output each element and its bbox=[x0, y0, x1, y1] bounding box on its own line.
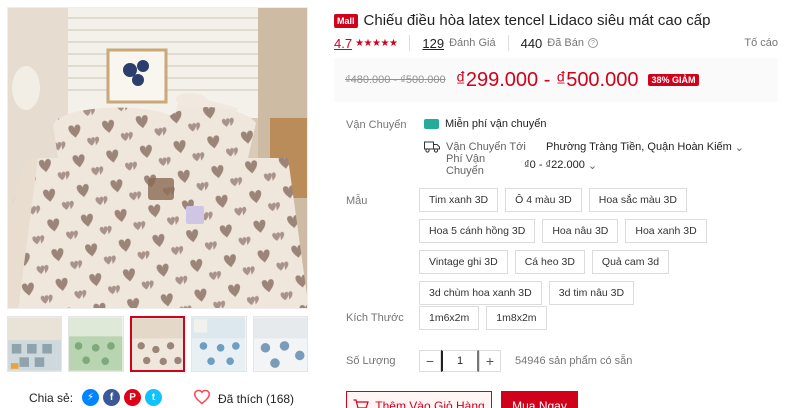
product-title-row: Mall Chiếu điều hòa latex tencel Lidaco … bbox=[334, 12, 710, 29]
stock-available: 54946 sản phẩm có sẵn bbox=[515, 355, 633, 367]
variant-option[interactable]: Hoa xanh 3D bbox=[625, 219, 707, 243]
quantity-input[interactable] bbox=[441, 350, 479, 372]
ship-fee-value[interactable]: ₫0 - ₫22.000 bbox=[524, 159, 585, 171]
sold-count: 440 bbox=[520, 35, 543, 51]
help-icon[interactable]: ? bbox=[588, 38, 598, 48]
pinterest-icon[interactable]: P bbox=[124, 389, 142, 406]
add-to-cart-label: Thêm Vào Giỏ Hàng bbox=[375, 399, 485, 408]
size-option[interactable]: 1m6x2m bbox=[419, 306, 480, 330]
reviews-label: Đánh Giá bbox=[449, 37, 496, 49]
mall-badge: Mall bbox=[334, 13, 358, 28]
variant-option[interactable]: 3d tim nâu 3D bbox=[548, 281, 635, 305]
variant-option[interactable]: Hoa 5 cánh hồng 3D bbox=[419, 219, 536, 243]
variant-option[interactable]: Cá heo 3D bbox=[514, 250, 585, 274]
size-option[interactable]: 1m8x2m bbox=[486, 306, 547, 330]
variant-option[interactable]: Hoa sắc màu 3D bbox=[588, 188, 687, 212]
variant-option[interactable]: Vintage ghi 3D bbox=[419, 250, 508, 274]
ship-to-value[interactable]: Phường Tràng Tiền, Quận Hoàn Kiếm bbox=[546, 141, 732, 153]
shipping-destination: Vận Chuyển Tới Phường Tràng Tiền, Quận H… bbox=[424, 138, 744, 177]
free-shipping-icon bbox=[424, 119, 439, 129]
share-label: Chia sẻ: bbox=[29, 390, 74, 405]
rating-stars-icon: ★★★★★ bbox=[355, 37, 398, 49]
product-title: Chiếu điều hòa latex tencel Lidaco siêu … bbox=[363, 12, 711, 29]
size-options: 1m6x2m 1m8x2m bbox=[419, 306, 547, 330]
like-button[interactable]: Đã thích (168) bbox=[193, 389, 294, 408]
facebook-icon[interactable]: f bbox=[103, 389, 121, 406]
variant-option[interactable]: Hoa nâu 3D bbox=[542, 219, 619, 243]
ship-fee-label: Phí Vận Chuyển bbox=[446, 153, 486, 177]
heart-icon bbox=[193, 389, 211, 408]
cart-icon bbox=[353, 399, 370, 408]
main-product-image[interactable] bbox=[7, 7, 308, 309]
variant-option[interactable]: Ô 4 màu 3D bbox=[505, 188, 582, 212]
thumbnail-2[interactable] bbox=[68, 316, 124, 372]
price-box: ₫480.000 - ₫500.000 ₫299.000 - ₫500.000 … bbox=[334, 58, 778, 102]
decrease-quantity-button[interactable]: − bbox=[419, 350, 441, 372]
variant-option[interactable]: Tim xanh 3D bbox=[419, 188, 499, 212]
variant-option[interactable]: Quả cam 3d bbox=[591, 250, 670, 274]
original-price: ₫480.000 - ₫500.000 bbox=[345, 74, 446, 86]
size-label: Kích Thước bbox=[346, 312, 404, 324]
thumbnail-3-selected[interactable] bbox=[129, 316, 186, 372]
chevron-down-icon[interactable]: ⌄ bbox=[588, 159, 597, 172]
variant-option[interactable]: 3d chùm hoa xanh 3D bbox=[419, 281, 542, 305]
thumbnail-strip bbox=[7, 316, 308, 372]
add-to-cart-button[interactable]: Thêm Vào Giỏ Hàng bbox=[346, 391, 492, 408]
truck-icon bbox=[424, 141, 440, 153]
thumbnail-5[interactable] bbox=[252, 316, 308, 372]
thumbnail-4[interactable] bbox=[191, 316, 247, 372]
variant-options: Tim xanh 3D Ô 4 màu 3D Hoa sắc màu 3D Ho… bbox=[419, 188, 764, 305]
discount-badge: 38% GIẢM bbox=[648, 74, 699, 86]
shipping-label: Vận Chuyển bbox=[346, 119, 407, 131]
variant-label: Mẫu bbox=[346, 195, 368, 207]
sold-label: Đã Bán bbox=[547, 37, 584, 49]
ship-to-label: Vận Chuyển Tới bbox=[446, 141, 526, 153]
messenger-icon[interactable]: ⚡ bbox=[82, 389, 100, 406]
chevron-down-icon[interactable]: ⌄ bbox=[735, 141, 744, 154]
quantity-label: Số Lượng bbox=[346, 355, 396, 367]
share-bar: Chia sẻ: ⚡ f P t bbox=[29, 389, 163, 406]
twitter-icon[interactable]: t bbox=[145, 389, 163, 406]
like-count-label: Đã thích (168) bbox=[218, 391, 295, 406]
rating-value[interactable]: 4.7 bbox=[334, 36, 352, 51]
thumbnail-1[interactable] bbox=[7, 316, 63, 372]
quantity-stepper: − + 54946 sản phẩm có sẵn bbox=[419, 350, 632, 372]
sale-price: ₫299.000 - ₫500.000 bbox=[455, 68, 639, 91]
divider bbox=[507, 35, 509, 51]
divider bbox=[409, 35, 411, 51]
increase-quantity-button[interactable]: + bbox=[479, 350, 501, 372]
free-shipping: Miễn phí vận chuyển bbox=[424, 118, 547, 130]
reviews-count[interactable]: 129 bbox=[422, 36, 444, 51]
rating-row: 4.7 ★★★★★ 129 Đánh Giá 440 Đã Bán ? Tố c… bbox=[334, 35, 778, 51]
buy-now-button[interactable]: Mua Ngay bbox=[501, 391, 578, 408]
free-shipping-text: Miễn phí vận chuyển bbox=[445, 118, 547, 130]
report-link[interactable]: Tố cáo bbox=[744, 37, 778, 49]
buy-now-label: Mua Ngay bbox=[512, 399, 567, 408]
